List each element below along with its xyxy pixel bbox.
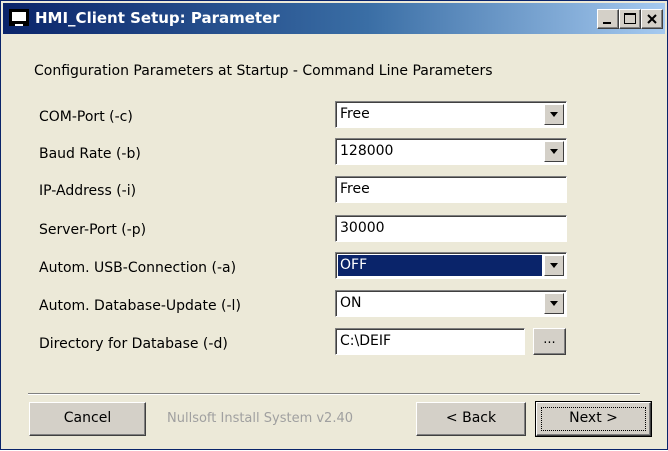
database-update-dropdown-button[interactable] [544, 293, 564, 314]
com-port-dropdown-button[interactable] [544, 104, 564, 125]
close-button[interactable] [641, 9, 663, 29]
baud-rate-label: Baud Rate (-b) [39, 146, 141, 162]
com-port-value: Free [340, 106, 370, 122]
usb-connection-select[interactable]: OFF [335, 252, 567, 279]
database-directory-value: C:\DEIF [340, 333, 392, 349]
maximize-button[interactable] [619, 9, 641, 29]
database-update-select[interactable]: ON [335, 290, 567, 317]
usb-connection-label: Autom. USB-Connection (-a) [39, 260, 237, 276]
setup-window: HMI_Client Setup: Parameter Configuratio… [0, 0, 668, 450]
next-button[interactable]: Next > [535, 401, 652, 437]
database-update-value: ON [340, 295, 362, 311]
ip-address-label: IP-Address (-i) [39, 183, 137, 199]
back-button[interactable]: < Back [416, 402, 526, 436]
selection-highlight [338, 255, 542, 276]
installer-brand: Nullsoft Install System v2.40 [167, 411, 354, 426]
usb-connection-value: OFF [340, 257, 368, 273]
back-button-label: < Back [445, 410, 497, 426]
baud-rate-value: 128000 [340, 143, 394, 159]
next-button-label: Next > [569, 410, 618, 426]
ip-address-field[interactable]: Free [335, 176, 567, 203]
close-icon [647, 14, 657, 24]
title-bar[interactable]: HMI_Client Setup: Parameter [3, 3, 665, 34]
baud-rate-dropdown-button[interactable] [544, 141, 564, 162]
server-port-value: 30000 [340, 220, 385, 236]
browse-button[interactable]: ... [533, 328, 566, 355]
database-directory-field[interactable]: C:\DEIF [335, 328, 525, 355]
ip-address-value: Free [340, 181, 370, 197]
server-port-label: Server-Port (-p) [39, 222, 147, 238]
minimize-button[interactable] [597, 9, 619, 29]
footer-separator [28, 393, 640, 395]
cancel-button-label: Cancel [63, 410, 112, 426]
database-update-label: Autom. Database-Update (-l) [39, 298, 241, 314]
window-title: HMI_Client Setup: Parameter [35, 9, 280, 27]
server-port-field[interactable]: 30000 [335, 215, 567, 242]
database-directory-label: Directory for Database (-d) [39, 336, 228, 352]
parameter-page: Configuration Parameters at Startup - Co… [1, 36, 668, 451]
baud-rate-select[interactable]: 128000 [335, 138, 567, 165]
usb-connection-dropdown-button[interactable] [544, 255, 564, 276]
computer-icon [9, 9, 29, 26]
page-heading: Configuration Parameters at Startup - Co… [34, 63, 493, 79]
com-port-select[interactable]: Free [335, 101, 567, 128]
cancel-button[interactable]: Cancel [29, 402, 146, 436]
com-port-label: COM-Port (-c) [39, 109, 133, 125]
